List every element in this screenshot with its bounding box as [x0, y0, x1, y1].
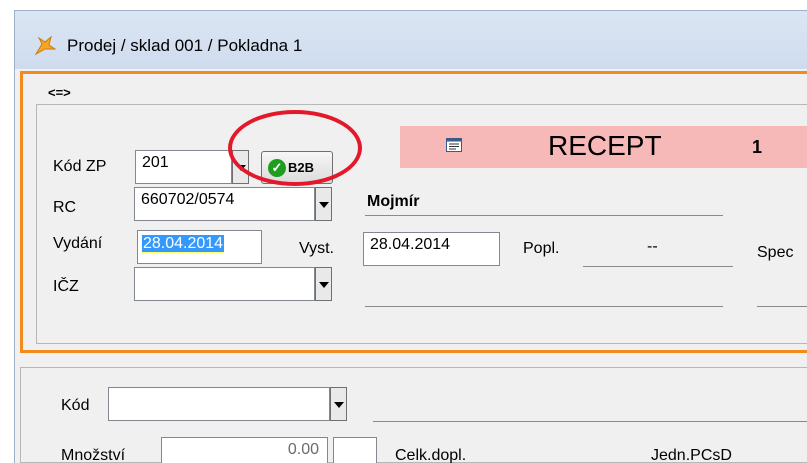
kod-detail-underline — [373, 421, 807, 422]
popl-value: -- — [647, 238, 658, 255]
document-icon — [446, 138, 462, 152]
recept-title: RECEPT — [548, 130, 662, 161]
window-title: Prodej / sklad 001 / Pokladna 1 — [67, 36, 303, 55]
rc-label: RC — [53, 199, 77, 216]
jedn-pcsd-label: Jedn.PCsD — [651, 447, 732, 463]
rc-dropdown-button[interactable] — [315, 187, 332, 221]
patient-name: Mojmír — [367, 193, 420, 210]
vyst-input[interactable]: 28.04.2014 — [363, 232, 500, 266]
rc-input[interactable]: 660702/0574 — [134, 187, 315, 221]
kod-input[interactable] — [108, 387, 330, 421]
mnozstvi-label: Množství — [61, 447, 126, 463]
patient-name-underline — [365, 215, 723, 216]
spec-label: Spec — [757, 244, 794, 261]
icz-label: IČZ — [53, 278, 79, 295]
vydani-input[interactable]: 28.04.2014 — [137, 230, 262, 264]
vydani-label: Vydání — [53, 235, 103, 252]
recept-number: 1 — [752, 137, 763, 157]
nav-arrows-button[interactable]: <=> — [48, 85, 71, 100]
kod-dropdown-button[interactable] — [330, 387, 347, 421]
title-bar: Prodej / sklad 001 / Pokladna 1 — [15, 11, 807, 69]
icz-detail-underline — [365, 306, 723, 307]
pos-window: Prodej / sklad 001 / Pokladna 1 <=> Kód … — [14, 10, 807, 463]
spec-underline — [757, 306, 807, 307]
celk-dopl-label: Celk.dopl. — [395, 447, 467, 463]
highlight-annotation-ellipse — [228, 110, 362, 186]
popl-underline — [583, 266, 733, 267]
kod-zp-label: Kód ZP — [53, 158, 107, 175]
mnozstvi-unit-box[interactable] — [333, 437, 377, 463]
icz-input[interactable] — [134, 267, 315, 301]
mnozstvi-input[interactable]: 0.00 — [161, 437, 328, 463]
recept-banner: RECEPT 1 — [400, 126, 807, 168]
app-icon — [34, 35, 57, 56]
kod-label: Kód — [61, 397, 90, 414]
kod-zp-input[interactable]: 201 — [135, 150, 232, 184]
popl-label: Popl. — [523, 240, 560, 257]
icz-dropdown-button[interactable] — [315, 267, 332, 301]
vydani-value: 28.04.2014 — [142, 235, 225, 253]
client-area: <=> Kód ZP 201 ✓ B2B RECEPT 1 RC 660702/… — [15, 69, 807, 463]
vyst-label: Vyst. — [299, 240, 334, 257]
